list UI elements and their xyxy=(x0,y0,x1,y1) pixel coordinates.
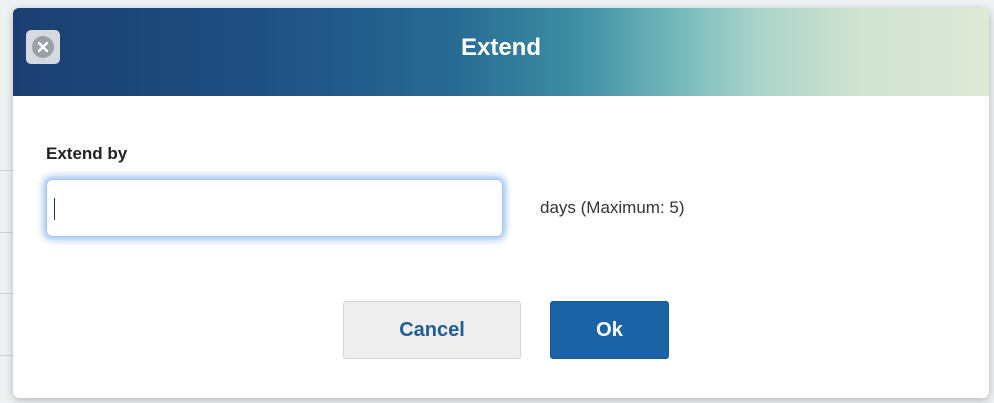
dialog-title: Extend xyxy=(460,34,541,61)
background-divider xyxy=(0,293,14,294)
ok-button[interactable]: Ok xyxy=(550,301,669,359)
max-days-hint: days (Maximum: 5) xyxy=(540,198,685,217)
background-divider xyxy=(0,232,14,233)
background-divider xyxy=(0,170,14,171)
text-caret xyxy=(54,198,55,220)
extend-dialog: Extend Extend by days (Maximum: 5) Cance… xyxy=(13,8,989,398)
extend-days-input[interactable] xyxy=(46,179,503,237)
background-divider xyxy=(0,355,14,356)
cancel-button[interactable]: Cancel xyxy=(343,301,521,359)
extend-by-label: Extend by xyxy=(46,144,128,163)
